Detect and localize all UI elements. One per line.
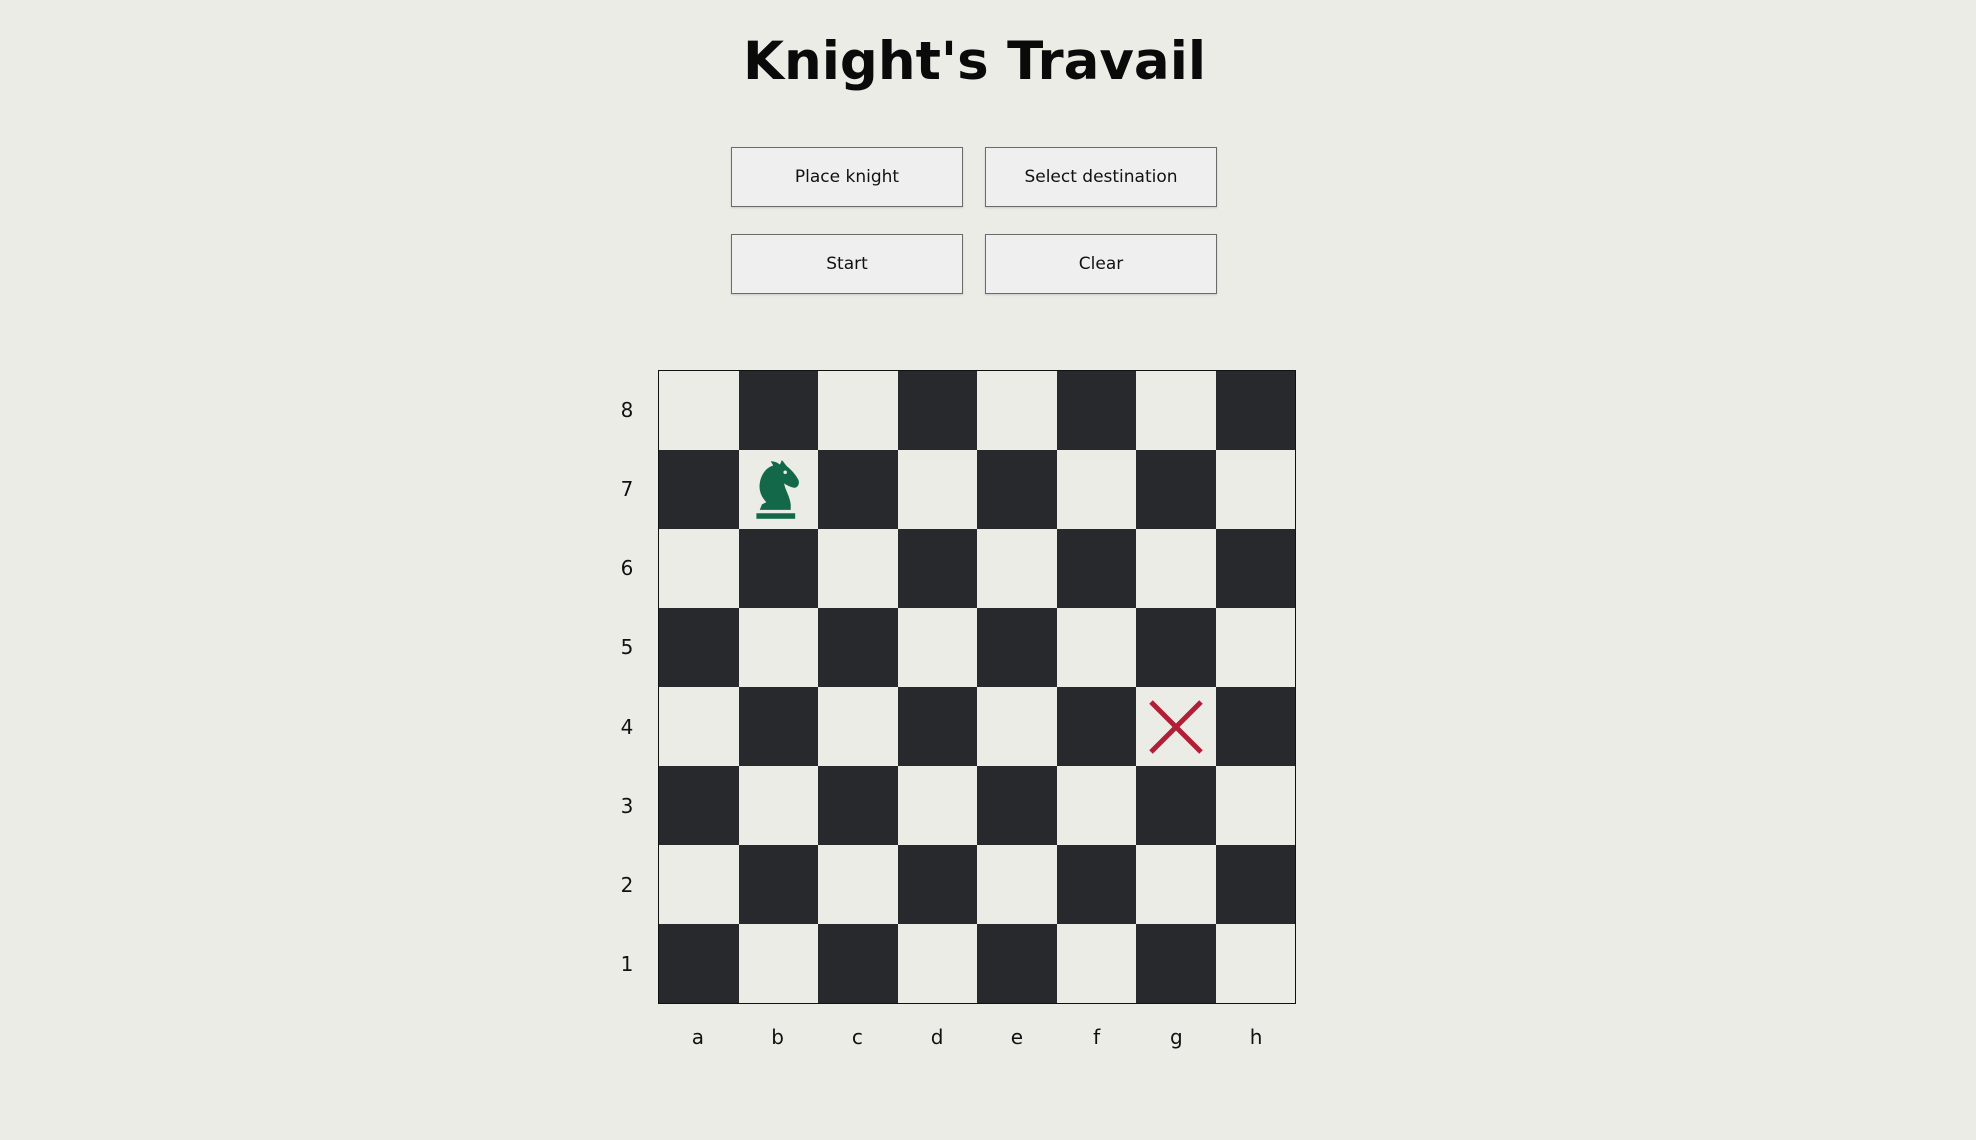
square-a1[interactable]: [659, 924, 739, 1003]
square-e4[interactable]: [977, 687, 1057, 766]
square-d2[interactable]: [897, 845, 977, 924]
square-g6[interactable]: [1136, 529, 1216, 608]
rank-label: 8: [620, 397, 634, 422]
rank-label: 2: [620, 873, 634, 898]
file-label: d: [930, 1025, 944, 1049]
square-d8[interactable]: [897, 371, 977, 450]
square-d5[interactable]: [897, 608, 977, 687]
page-title: Knight's Travail: [742, 31, 1207, 92]
rank-label: 7: [620, 476, 634, 501]
file-label: b: [771, 1025, 784, 1049]
square-b1[interactable]: [738, 924, 818, 1003]
square-f3[interactable]: [1056, 766, 1136, 845]
square-a5[interactable]: [659, 608, 739, 687]
app: Knight's Travail Place knight Select des…: [0, 0, 1976, 1140]
square-f4[interactable]: [1056, 687, 1136, 766]
square-f2[interactable]: [1056, 845, 1136, 924]
clear-button[interactable]: Clear: [985, 234, 1217, 294]
square-g2[interactable]: [1136, 845, 1216, 924]
square-a6[interactable]: [659, 529, 739, 608]
square-f6[interactable]: [1056, 529, 1136, 608]
square-c1[interactable]: [818, 924, 898, 1003]
start-button[interactable]: Start: [731, 234, 963, 294]
square-e3[interactable]: [977, 766, 1057, 845]
chess-knight-icon: [753, 459, 803, 521]
rank-label: 6: [620, 556, 634, 581]
square-b7[interactable]: [738, 450, 818, 529]
square-e6[interactable]: [977, 529, 1057, 608]
square-e1[interactable]: [977, 924, 1057, 1003]
square-g5[interactable]: [1136, 608, 1216, 687]
file-label: c: [851, 1025, 863, 1049]
file-label: e: [1010, 1025, 1024, 1049]
square-h3[interactable]: [1215, 766, 1295, 845]
square-g3[interactable]: [1136, 766, 1216, 845]
rank-label: 4: [620, 714, 634, 739]
square-b8[interactable]: [738, 371, 818, 450]
file-label: g: [1170, 1025, 1183, 1049]
file-label: a: [691, 1025, 704, 1049]
square-c7[interactable]: [818, 450, 898, 529]
square-d4[interactable]: [897, 687, 977, 766]
square-f7[interactable]: [1056, 450, 1136, 529]
rank-label: 5: [620, 635, 634, 660]
chess-board: [658, 370, 1296, 1004]
square-b5[interactable]: [738, 608, 818, 687]
square-a7[interactable]: [659, 450, 739, 529]
square-c4[interactable]: [818, 687, 898, 766]
square-a3[interactable]: [659, 766, 739, 845]
rank-label: 3: [620, 793, 634, 818]
square-a8[interactable]: [659, 371, 739, 450]
square-h2[interactable]: [1215, 845, 1295, 924]
square-h7[interactable]: [1215, 450, 1295, 529]
square-h5[interactable]: [1215, 608, 1295, 687]
square-c6[interactable]: [818, 529, 898, 608]
square-g8[interactable]: [1136, 371, 1216, 450]
square-c5[interactable]: [818, 608, 898, 687]
square-b3[interactable]: [738, 766, 818, 845]
square-b6[interactable]: [738, 529, 818, 608]
square-g4[interactable]: [1136, 687, 1216, 766]
square-d3[interactable]: [897, 766, 977, 845]
square-a2[interactable]: [659, 845, 739, 924]
square-f1[interactable]: [1056, 924, 1136, 1003]
square-e7[interactable]: [977, 450, 1057, 529]
square-d6[interactable]: [897, 529, 977, 608]
x-mark-icon: [1147, 698, 1205, 756]
square-b2[interactable]: [738, 845, 818, 924]
select-destination-button[interactable]: Select destination: [985, 147, 1217, 207]
square-b4[interactable]: [738, 687, 818, 766]
square-c8[interactable]: [818, 371, 898, 450]
file-label: f: [1093, 1025, 1101, 1049]
square-e8[interactable]: [977, 371, 1057, 450]
square-a4[interactable]: [659, 687, 739, 766]
square-d7[interactable]: [897, 450, 977, 529]
square-g1[interactable]: [1136, 924, 1216, 1003]
square-f5[interactable]: [1056, 608, 1136, 687]
rank-label: 1: [620, 952, 634, 977]
square-h4[interactable]: [1215, 687, 1295, 766]
square-g7[interactable]: [1136, 450, 1216, 529]
square-h1[interactable]: [1215, 924, 1295, 1003]
square-e5[interactable]: [977, 608, 1057, 687]
square-c3[interactable]: [818, 766, 898, 845]
square-c2[interactable]: [818, 845, 898, 924]
square-f8[interactable]: [1056, 371, 1136, 450]
square-e2[interactable]: [977, 845, 1057, 924]
place-knight-button[interactable]: Place knight: [731, 147, 963, 207]
square-h6[interactable]: [1215, 529, 1295, 608]
square-d1[interactable]: [897, 924, 977, 1003]
square-h8[interactable]: [1215, 371, 1295, 450]
file-label: h: [1249, 1025, 1263, 1049]
